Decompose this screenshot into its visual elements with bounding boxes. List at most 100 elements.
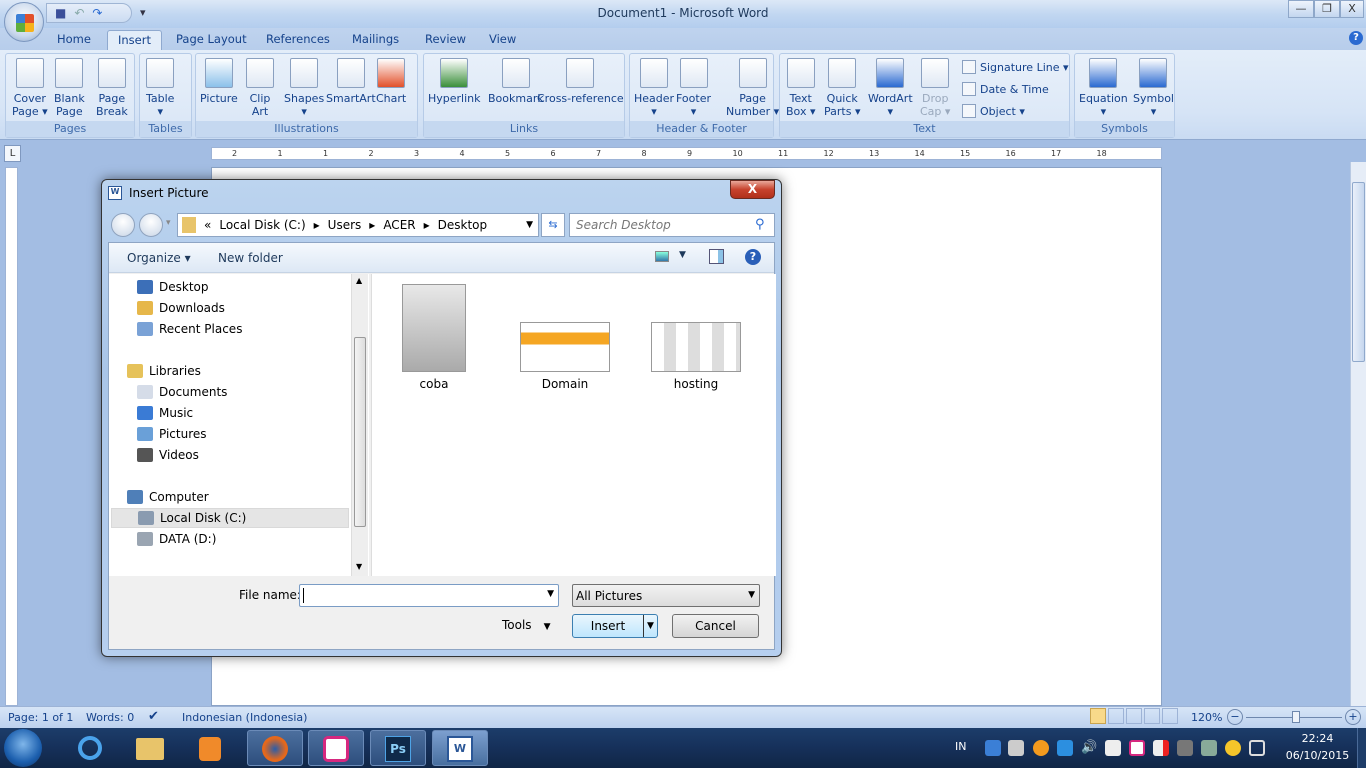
nav-item-videos[interactable]: Videos xyxy=(137,445,199,465)
forward-button[interactable] xyxy=(139,213,163,237)
safely-remove-icon[interactable] xyxy=(1201,740,1217,756)
navigation-scrollbar-thumb[interactable] xyxy=(354,337,366,527)
scroll-up-icon[interactable]: ▲ xyxy=(356,276,362,285)
horizontal-ruler[interactable]: 2 1 1 2 3 4 5 6 7 8 9 10 11 12 13 14 15 16 17 18 xyxy=(211,147,1162,160)
file-explorer-icon[interactable] xyxy=(122,730,178,766)
help-icon[interactable]: ? xyxy=(1349,31,1363,45)
network-alert-icon[interactable] xyxy=(985,740,1001,756)
text-button[interactable]: Text Box ▾ xyxy=(786,58,815,118)
media-player-icon[interactable] xyxy=(182,730,238,766)
back-button[interactable] xyxy=(111,213,135,237)
picture-button[interactable]: Picture xyxy=(200,58,238,105)
zoom-level[interactable]: 120% xyxy=(1191,711,1222,724)
change-view-icon[interactable] xyxy=(655,251,669,262)
office-button[interactable] xyxy=(4,2,44,42)
avast-icon[interactable] xyxy=(1033,740,1049,756)
breadcrumb-item[interactable]: ACER xyxy=(383,218,415,232)
start-button[interactable] xyxy=(4,729,42,767)
shapes-button[interactable]: Shapes ▾ xyxy=(284,58,324,118)
address-dropdown-icon[interactable]: ▼ xyxy=(526,220,533,230)
cross-reference-button[interactable]: Cross-reference xyxy=(537,58,624,105)
draft-icon[interactable] xyxy=(1162,708,1178,724)
page-count[interactable]: Page: 1 of 1 xyxy=(8,711,73,724)
nav-item-pictures[interactable]: Pictures xyxy=(137,424,207,444)
file-item[interactable]: Domain xyxy=(520,322,610,391)
page-button[interactable]: Page Number ▾ xyxy=(726,58,779,118)
symbol-button[interactable]: Symbol ▾ xyxy=(1133,58,1174,118)
blank-button[interactable]: Blank Page xyxy=(54,58,85,118)
messenger-icon[interactable] xyxy=(1225,740,1241,756)
help-icon[interactable]: ? xyxy=(745,249,761,265)
view-dropdown-icon[interactable]: ▼ xyxy=(679,250,686,260)
file-type-select[interactable]: All Pictures ▼ xyxy=(572,584,760,607)
nav-item-documents[interactable]: Documents xyxy=(137,382,227,402)
print-layout-icon[interactable] xyxy=(1090,708,1106,724)
breadcrumb-arrow-icon[interactable]: ▸ xyxy=(424,218,430,232)
footer-button[interactable]: Footer ▾ xyxy=(676,58,711,118)
refresh-button[interactable]: ⇆ xyxy=(541,213,565,237)
minimize-button[interactable]: — xyxy=(1288,0,1314,18)
file-item[interactable]: coba xyxy=(402,284,466,391)
tab-insert[interactable]: Insert xyxy=(107,30,162,50)
insert-button[interactable]: Insert ▼ xyxy=(572,614,658,638)
restore-button[interactable]: ❐ xyxy=(1314,0,1340,18)
signature-line-button[interactable]: Signature Line ▾ xyxy=(962,60,1069,74)
file-name-dropdown-icon[interactable]: ▼ xyxy=(547,589,554,599)
vertical-ruler[interactable] xyxy=(5,167,18,706)
bookmark-button[interactable]: Bookmark xyxy=(488,58,544,105)
input-language[interactable]: IN xyxy=(955,740,966,753)
recent-locations-icon[interactable]: ▾ xyxy=(166,218,171,228)
file-item[interactable]: hosting xyxy=(651,322,741,391)
breadcrumb-arrow-icon[interactable]: ▸ xyxy=(369,218,375,232)
navigation-scrollbar[interactable]: ▲ ▼ xyxy=(351,274,368,576)
corel-tray-icon[interactable] xyxy=(1129,740,1145,756)
clip-button[interactable]: Clip Art xyxy=(246,58,274,118)
tab-page-layout[interactable]: Page Layout xyxy=(166,30,257,50)
table-button[interactable]: Table ▾ xyxy=(146,58,174,118)
close-button[interactable]: X xyxy=(1340,0,1364,18)
cover-button[interactable]: Cover Page ▾ xyxy=(12,58,48,118)
network-icon[interactable] xyxy=(1249,740,1265,756)
full-screen-reading-icon[interactable] xyxy=(1108,708,1124,724)
volume-icon[interactable]: 🔊 xyxy=(1081,740,1097,756)
tools-button[interactable]: Tools ▼ xyxy=(502,618,550,632)
nav-item-desktop[interactable]: Desktop xyxy=(137,277,209,297)
tab-view[interactable]: View xyxy=(479,30,526,50)
power-icon[interactable] xyxy=(1105,740,1121,756)
tab-selector[interactable]: L xyxy=(4,145,21,162)
drop-button[interactable]: Drop Cap ▾ xyxy=(920,58,950,118)
scroll-down-icon[interactable]: ▼ xyxy=(356,562,362,571)
action-center-icon[interactable] xyxy=(1153,740,1169,756)
chart-button[interactable]: Chart xyxy=(376,58,406,105)
proofing-icon[interactable]: ✔ xyxy=(148,709,159,724)
new-folder-button[interactable]: New folder xyxy=(218,251,283,265)
word-count[interactable]: Words: 0 xyxy=(86,711,134,724)
photoshop-icon[interactable]: Ps xyxy=(370,730,426,766)
organize-button[interactable]: Organize ▾ xyxy=(127,251,191,265)
file-name-input[interactable]: ▼ xyxy=(299,584,559,607)
nav-item-libraries[interactable]: Libraries xyxy=(127,361,201,381)
language[interactable]: Indonesian (Indonesia) xyxy=(182,711,307,724)
page-button[interactable]: Page Break xyxy=(96,58,128,118)
date-time-button[interactable]: Date & Time xyxy=(962,82,1049,96)
address-bar[interactable]: « Local Disk (C:) ▸ Users ▸ ACER ▸ Desktop ▼ xyxy=(177,213,539,237)
tab-references[interactable]: References xyxy=(256,30,340,50)
preview-pane-icon[interactable] xyxy=(709,249,724,264)
search-input[interactable]: Search Desktop xyxy=(569,213,775,237)
corel-icon[interactable] xyxy=(308,730,364,766)
breadcrumb-arrow-icon[interactable]: ▸ xyxy=(314,218,320,232)
quick-button[interactable]: Quick Parts ▾ xyxy=(824,58,860,118)
breadcrumb-item[interactable]: Desktop xyxy=(438,218,488,232)
display-icon[interactable] xyxy=(1177,740,1193,756)
vertical-scrollbar[interactable] xyxy=(1350,162,1366,706)
search-icon[interactable]: ⚲ xyxy=(755,217,765,232)
file-type-dropdown-icon[interactable]: ▼ xyxy=(748,590,755,600)
nav-item-computer[interactable]: Computer xyxy=(127,487,209,507)
dialog-close-button[interactable]: X xyxy=(730,180,775,199)
hyperlink-button[interactable]: Hyperlink xyxy=(428,58,481,105)
tab-mailings[interactable]: Mailings xyxy=(342,30,409,50)
cancel-button[interactable]: Cancel xyxy=(672,614,759,638)
teamviewer-icon[interactable] xyxy=(1057,740,1073,756)
clock-date[interactable]: 06/10/2015 xyxy=(1280,749,1355,762)
breadcrumb-item[interactable]: Local Disk (C:) xyxy=(219,218,305,232)
